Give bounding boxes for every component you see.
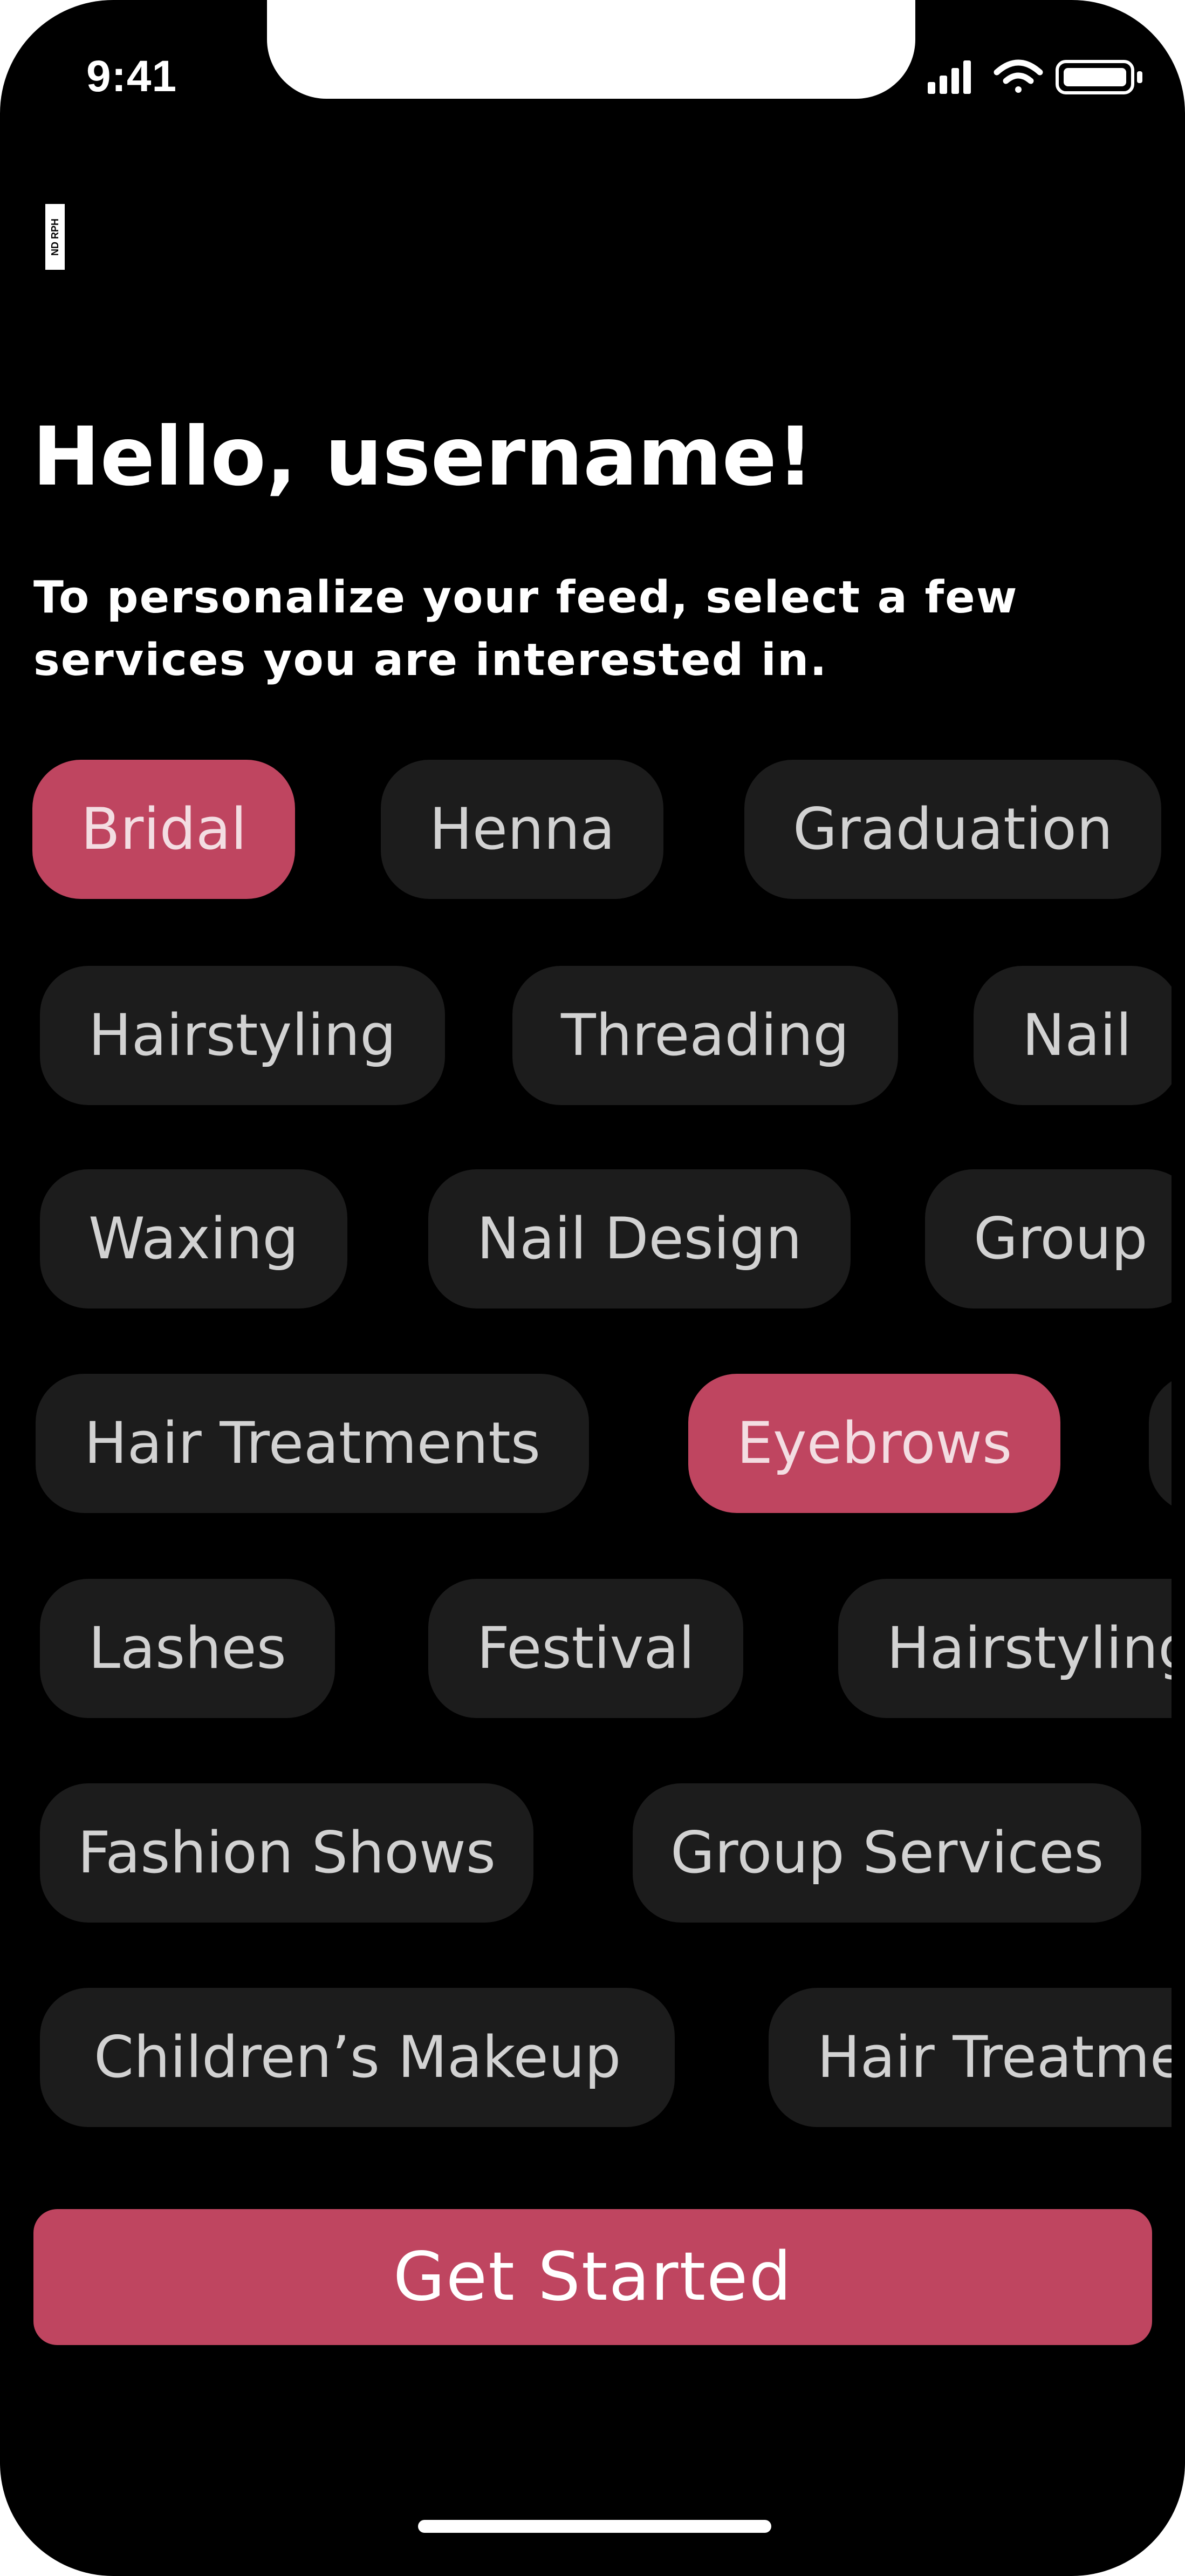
service-chip[interactable]: Children’s Makeup [40,1988,675,2127]
service-chip[interactable]: Eyebrows [688,1374,1061,1513]
phone-screen: 9:41 ND RPH Hello, username! To personal… [0,0,1185,2576]
get-started-button[interactable]: Get Started [33,2209,1152,2345]
service-chip[interactable]: Hair Treatments [36,1374,589,1513]
services-chip-grid: Bridal Henna Graduation Hairstyling Thre… [0,0,1172,2576]
service-chip[interactable]: Nail [974,966,1172,1105]
service-chip[interactable]: Henna [381,760,664,899]
service-chip[interactable]: Nail Design [428,1169,851,1309]
service-chip[interactable]: Lashes [40,1579,335,1718]
service-chip[interactable]: Group Services [633,1783,1142,1923]
service-chip[interactable]: Hairstyling [838,1579,1172,1718]
service-chip[interactable]: Group [925,1169,1172,1309]
service-chip[interactable]: Graduation [744,760,1162,899]
service-chip[interactable] [1149,1374,1172,1513]
service-chip[interactable]: Hairstyling [40,966,445,1105]
service-chip[interactable]: Fashion Shows [40,1783,534,1923]
service-chip[interactable]: Bridal [32,760,296,899]
service-chip[interactable]: Festival [428,1579,743,1718]
service-chip[interactable]: Threading [512,966,898,1105]
service-chip[interactable]: Hair Treatments [769,1988,1172,2127]
service-chip[interactable]: Waxing [40,1169,347,1309]
home-indicator[interactable] [418,2520,771,2533]
